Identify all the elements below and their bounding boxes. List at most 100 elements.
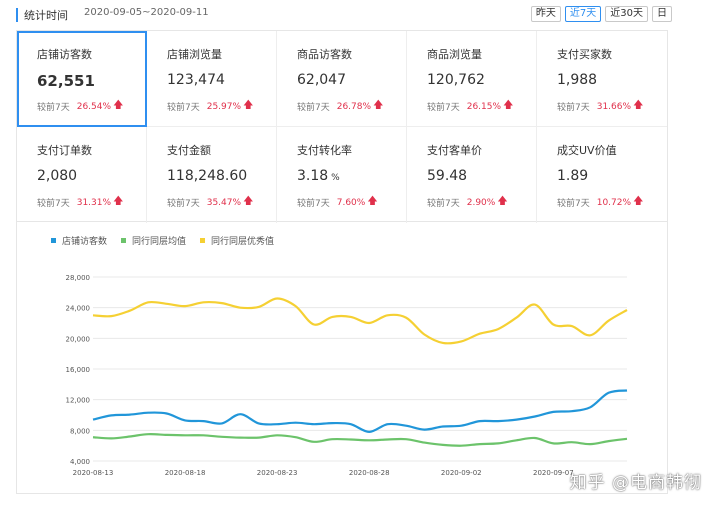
compare-label: 较前7天 (297, 199, 330, 209)
compare-label: 较前7天 (557, 103, 590, 113)
series-line-peer-excellent (92, 297, 628, 345)
date-range: 2020-09-05~2020-09-11 (84, 7, 209, 18)
arrow-up-icon: 🡅 (497, 196, 508, 207)
x-tick-label: 2020-08-18 (165, 469, 206, 477)
metric-title: 支付买家数 (557, 48, 612, 61)
arrow-up-icon: 🡅 (503, 100, 514, 111)
y-tick-label: 12,000 (66, 397, 91, 405)
x-tick-label: 2020-09-07 (533, 469, 574, 477)
metric-title: 店铺浏览量 (167, 48, 222, 61)
change-percent: 10.72% (596, 197, 632, 208)
change-percent: 2.90% (466, 197, 496, 208)
compare-label: 较前7天 (37, 199, 70, 209)
legend-item-visitors[interactable]: 店铺访客数 (51, 234, 107, 247)
change-percent: 26.15% (466, 101, 502, 112)
metric-compare: 较前7天 7.60% 🡅 (297, 194, 406, 211)
change-percent: 26.54% (76, 101, 112, 112)
metric-title: 支付订单数 (37, 144, 92, 157)
change-percent: 26.78% (336, 101, 372, 112)
trend-line-chart: 4,000 8,000 12,000 16,000 20,000 24,000 28,000… (66, 274, 628, 477)
change-percent: 35.47% (206, 197, 242, 208)
metric-title: 支付转化率 (297, 144, 352, 157)
arrow-up-icon: 🡅 (367, 196, 378, 207)
metric-title: 支付客单价 (427, 144, 482, 157)
chart-legend: 店铺访客数 同行同层均值 同行同层优秀值 (51, 234, 274, 247)
legend-swatch (121, 238, 127, 243)
metric-compare: 较前7天 26.54% 🡅 (37, 98, 146, 115)
metric-card-shop-pageviews[interactable]: 店铺浏览量 123,474 较前7天 25.97% 🡅 (147, 31, 277, 127)
arrow-up-icon: 🡅 (113, 196, 124, 207)
metric-title: 成交UV价值 (557, 144, 617, 157)
metric-card-paid-orders[interactable]: 支付订单数 2,080 较前7天 31.31% 🡅 (17, 127, 147, 223)
arrow-up-icon: 🡅 (633, 196, 644, 207)
legend-swatch (200, 238, 206, 243)
metric-value: 118,248.60 (167, 168, 248, 184)
metric-compare: 较前7天 2.90% 🡅 (427, 194, 536, 211)
y-tick-label: 8,000 (70, 427, 90, 435)
metric-value: 3.18% (297, 168, 406, 186)
change-percent: 25.97% (206, 101, 242, 112)
arrow-up-icon: 🡅 (243, 196, 254, 207)
x-tick-label: 2020-08-28 (349, 469, 390, 477)
compare-label: 较前7天 (557, 199, 590, 209)
metric-compare: 较前7天 31.31% 🡅 (37, 194, 146, 211)
series-line-peer-avg (92, 433, 628, 447)
metric-card-conversion-rate[interactable]: 支付转化率 3.18% 较前7天 7.60% 🡅 (277, 127, 407, 223)
y-tick-label: 20,000 (66, 335, 91, 343)
compare-label: 较前7天 (427, 103, 460, 113)
trend-chart-panel: 4,000 8,000 12,000 16,000 20,000 24,000 28,000… (16, 222, 668, 494)
metric-compare: 较前7天 10.72% 🡅 (557, 194, 667, 211)
legend-item-peer-avg[interactable]: 同行同层均值 (121, 234, 186, 247)
change-percent: 31.66% (596, 101, 632, 112)
metric-value: 120,762 (427, 72, 485, 88)
period-day-button[interactable]: 日 (652, 6, 672, 22)
metric-title: 商品访客数 (297, 48, 352, 61)
metric-value: 62,047 (297, 72, 346, 88)
compare-label: 较前7天 (427, 199, 460, 209)
metric-card-uv-value[interactable]: 成交UV价值 1.89 较前7天 10.72% 🡅 (537, 127, 667, 223)
x-tick-label: 2020-08-13 (73, 469, 114, 477)
y-tick-label: 4,000 (70, 458, 90, 466)
legend-label: 店铺访客数 (62, 237, 108, 247)
metric-value: 1,988 (557, 72, 598, 88)
period-30days-button[interactable]: 近30天 (605, 6, 648, 22)
period-yesterday-button[interactable]: 昨天 (530, 6, 561, 22)
legend-swatch (51, 238, 56, 243)
arrow-up-icon: 🡅 (633, 100, 644, 111)
metric-title: 店铺访客数 (37, 48, 92, 61)
metric-compare: 较前7天 25.97% 🡅 (167, 98, 276, 115)
metric-value: 2,080 (37, 168, 78, 184)
compare-label: 较前7天 (167, 103, 200, 113)
stats-header: 统计时间 2020-09-05~2020-09-11 昨天 近7天 近30天 日 (16, 4, 672, 26)
metric-compare: 较前7天 31.66% 🡅 (557, 98, 667, 115)
metric-value-number: 3.18 (297, 168, 329, 184)
compare-label: 较前7天 (297, 103, 330, 113)
metrics-grid: 店铺访客数 62,551 较前7天 26.54% 🡅 店铺浏览量 123,474 较… (16, 30, 668, 223)
y-tick-label: 24,000 (66, 305, 91, 313)
metric-card-paying-buyers[interactable]: 支付买家数 1,988 较前7天 31.66% 🡅 (537, 31, 667, 127)
metric-card-product-visitors[interactable]: 商品访客数 62,047 较前7天 26.78% 🡅 (277, 31, 407, 127)
compare-label: 较前7天 (167, 199, 200, 209)
arrow-up-icon: 🡅 (373, 100, 384, 111)
metric-compare: 较前7天 26.15% 🡅 (427, 98, 536, 115)
metric-title: 商品浏览量 (427, 48, 482, 61)
period-7days-button[interactable]: 近7天 (564, 6, 602, 22)
metric-card-product-pageviews[interactable]: 商品浏览量 120,762 较前7天 26.15% 🡅 (407, 31, 537, 127)
metric-value: 62,551 (37, 72, 95, 90)
legend-label: 同行同层优秀值 (211, 237, 275, 247)
x-tick-label: 2020-09-02 (441, 469, 482, 477)
metric-card-avg-order-value[interactable]: 支付客单价 59.48 较前7天 2.90% 🡅 (407, 127, 537, 223)
stats-time-label: 统计时间 (24, 9, 68, 22)
period-selector: 昨天 近7天 近30天 日 (530, 6, 672, 22)
metric-card-shop-visitors[interactable]: 店铺访客数 62,551 较前7天 26.54% 🡅 (17, 31, 147, 127)
watermark: 知乎 @电商韩彻 (569, 473, 702, 493)
metric-title: 支付金额 (167, 144, 211, 157)
metric-card-payment-amount[interactable]: 支付金额 118,248.60 较前7天 35.47% 🡅 (147, 127, 277, 223)
metric-value: 1.89 (557, 168, 589, 184)
y-tick-label: 16,000 (66, 366, 91, 374)
change-percent: 7.60% (336, 197, 366, 208)
legend-item-peer-excellent[interactable]: 同行同层优秀值 (200, 234, 274, 247)
metric-value: 123,474 (167, 72, 225, 88)
arrow-up-icon: 🡅 (243, 100, 254, 111)
metric-compare: 较前7天 26.78% 🡅 (297, 98, 406, 115)
